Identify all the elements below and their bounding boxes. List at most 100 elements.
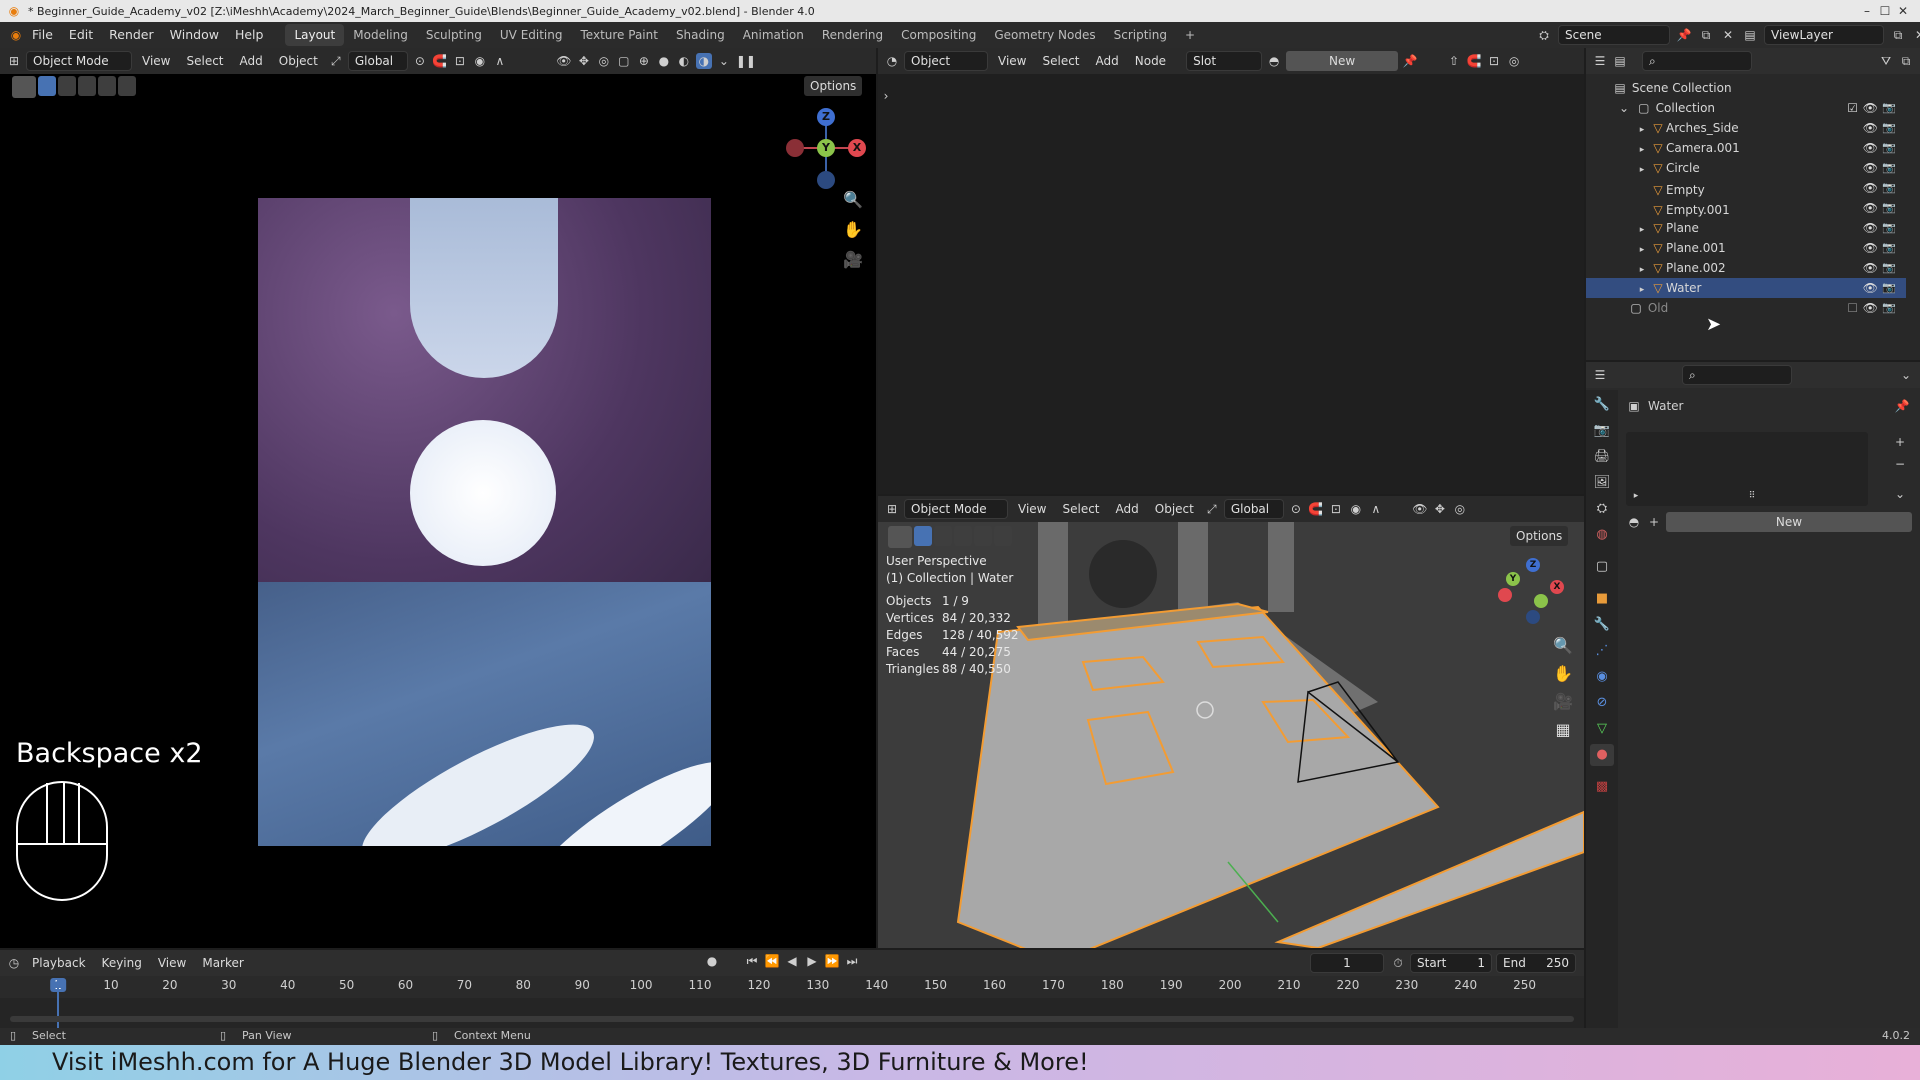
new-scene-icon[interactable]: ⧉ (1698, 27, 1714, 43)
tab-rendering[interactable]: Rendering (813, 24, 892, 46)
scene-collection-row[interactable]: ▤ Scene Collection (1586, 78, 1906, 98)
node-overlay-icon[interactable]: ◎ (1506, 53, 1522, 69)
start-frame-field[interactable]: Start 1 (1410, 953, 1492, 973)
scene-tab-icon[interactable]: ⛭ (1590, 498, 1614, 520)
editor-type-icon[interactable]: ⊞ (6, 53, 22, 69)
options-dropdown[interactable]: Options (804, 76, 863, 96)
timeline-ruler[interactable]: 1102030405060708090100110120130140150160… (0, 978, 1584, 998)
chevron-right-icon[interactable] (1634, 178, 1650, 194)
outliner-item[interactable]: ▸ ▽ Circle 👁 📷 (1586, 158, 1906, 178)
tab-uv-editing[interactable]: UV Editing (491, 24, 572, 46)
keying-menu[interactable]: Keying (96, 953, 148, 973)
right-viewport[interactable]: ⊞ Object Mode View Select Add Object ⤢ G… (878, 496, 1584, 948)
orientation-selector[interactable]: Global (347, 51, 408, 71)
navigation-gizmo[interactable]: Z Y X (786, 108, 866, 189)
pause-render-icon[interactable]: ❚❚ (736, 53, 756, 69)
shader-editor[interactable]: ◔ Object View Select Add Node Slot ◓ New… (878, 48, 1584, 494)
new-material-button[interactable]: New (1286, 51, 1399, 71)
gizmo-neg-z-ball[interactable] (817, 171, 835, 189)
pin-icon[interactable]: 📌 (1402, 53, 1418, 69)
gizmo-y-ball[interactable]: Y (817, 139, 835, 157)
object-tab-icon[interactable]: ■ (1590, 588, 1614, 610)
menu-object[interactable]: Object (273, 51, 324, 71)
chevron-right-icon[interactable]: ▸ (1634, 162, 1650, 178)
pan-hand-icon[interactable]: ✋ (1551, 662, 1575, 686)
camera-view-icon[interactable]: 🎥 (841, 248, 865, 272)
ortho-toggle-icon[interactable]: ▦ (1551, 718, 1575, 742)
visibility-icon[interactable]: 👁 (1412, 501, 1428, 517)
material-browse-icon[interactable]: ◓ (1266, 53, 1282, 69)
filter-icon[interactable]: ⛛ (1878, 53, 1894, 69)
wireframe-shading-icon[interactable]: ⊕ (636, 53, 652, 69)
snap-target-icon[interactable]: ⊡ (1328, 501, 1344, 517)
menu-add[interactable]: Add (1110, 499, 1145, 519)
tab-geometry-nodes[interactable]: Geometry Nodes (985, 24, 1104, 46)
menu-add[interactable]: Add (234, 51, 269, 71)
snap-icon[interactable]: 🧲 (432, 53, 448, 69)
constraints-tab-icon[interactable]: ⊘ (1590, 692, 1614, 714)
chevron-right-icon[interactable]: ▸ (1634, 242, 1650, 258)
overlay-icon[interactable]: ◎ (596, 53, 612, 69)
old-collection-checkbox[interactable]: ☐ (1847, 298, 1858, 318)
render-camera-icon[interactable]: 📷 (1882, 198, 1896, 218)
tool-tab-icon[interactable]: 🔧 (1590, 394, 1614, 416)
mode-selector[interactable]: Object Mode (904, 499, 1008, 519)
gizmo-neg-z-ball[interactable] (1526, 610, 1540, 624)
falloff-icon[interactable]: ∧ (492, 53, 508, 69)
zoom-icon[interactable]: 🔍 (841, 188, 865, 212)
material-shading-icon[interactable]: ◐ (676, 53, 692, 69)
gizmo-neg-x-ball[interactable] (1498, 588, 1512, 602)
select-new-icon[interactable] (38, 76, 56, 96)
shader-menu-view[interactable]: View (992, 51, 1032, 71)
material-slot-list[interactable]: ▸ ⠿ (1626, 432, 1868, 506)
outliner-item[interactable]: ▸ ▽ Water 👁 📷 (1586, 278, 1906, 298)
eye-icon[interactable]: 👁 (1863, 238, 1878, 258)
chevron-right-icon[interactable] (1634, 198, 1650, 214)
new-view-layer-icon[interactable]: ⧉ (1890, 27, 1906, 43)
gizmo-z-ball[interactable]: Z (817, 108, 835, 126)
timeline-view-menu[interactable]: View (152, 953, 192, 973)
chevron-down-icon[interactable]: ⌄ (1616, 100, 1632, 116)
falloff-icon[interactable]: ∧ (1368, 501, 1384, 517)
collection-tab-icon[interactable]: ▢ (1590, 556, 1614, 578)
gizmo-neg-y-ball[interactable] (1534, 594, 1548, 608)
render-camera-icon[interactable]: 📷 (1882, 238, 1896, 258)
gizmo-toggle-icon[interactable]: ✥ (576, 53, 592, 69)
shader-editor-type-icon[interactable]: ◔ (884, 53, 900, 69)
texture-tab-icon[interactable]: ▩ (1590, 776, 1614, 798)
tab-layout[interactable]: Layout (285, 24, 345, 46)
pin-icon[interactable]: 📌 (1894, 398, 1910, 414)
orientation-selector[interactable]: Global (1223, 499, 1284, 519)
play-reverse-icon[interactable]: ◀ (784, 953, 800, 969)
gizmo-toggle-icon[interactable]: ✥ (1432, 501, 1448, 517)
shading-options-icon[interactable]: ⌄ (716, 53, 732, 69)
render-camera-icon[interactable]: 📷 (1882, 118, 1896, 138)
scene-selector[interactable]: Scene (1558, 25, 1670, 45)
select-extend-icon[interactable] (58, 76, 76, 96)
remove-slot-icon[interactable]: − (1892, 456, 1908, 472)
proportional-icon[interactable]: ◉ (1348, 501, 1364, 517)
eye-icon[interactable]: 👁 (1863, 218, 1878, 238)
gizmo-x-ball[interactable]: X (848, 139, 866, 157)
menu-edit[interactable]: Edit (61, 22, 101, 48)
timeline-track-area[interactable] (0, 978, 1584, 1028)
camera-view-icon[interactable]: 🎥 (1551, 690, 1575, 714)
eye-icon[interactable]: 👁 (1863, 118, 1878, 138)
material-browse-icon[interactable]: ◓ (1626, 514, 1642, 530)
add-material-icon[interactable]: + (1646, 514, 1662, 530)
eye-icon[interactable]: 👁 (1863, 258, 1878, 278)
outliner-item[interactable]: ▸ ▽ Plane 👁 📷 (1586, 218, 1906, 238)
render-camera-icon[interactable]: 📷 (1882, 98, 1896, 118)
new-collection-icon[interactable]: ⧉ (1898, 53, 1914, 69)
zoom-icon[interactable]: 🔍 (1551, 634, 1575, 658)
view-layer-selector[interactable]: ViewLayer (1764, 25, 1884, 45)
new-material-button[interactable]: New (1666, 512, 1912, 532)
gizmo-neg-x-ball[interactable] (786, 139, 804, 157)
eye-icon[interactable]: 👁 (1863, 178, 1878, 198)
eye-icon[interactable]: 👁 (1863, 298, 1878, 318)
select-intersect-icon[interactable] (118, 76, 136, 96)
render-camera-icon[interactable]: 📷 (1882, 138, 1896, 158)
add-workspace-button[interactable]: + (1176, 24, 1204, 46)
properties-search-input[interactable]: ⌕ (1682, 365, 1792, 385)
jump-keyframe-back-icon[interactable]: ⏪ (764, 953, 780, 969)
